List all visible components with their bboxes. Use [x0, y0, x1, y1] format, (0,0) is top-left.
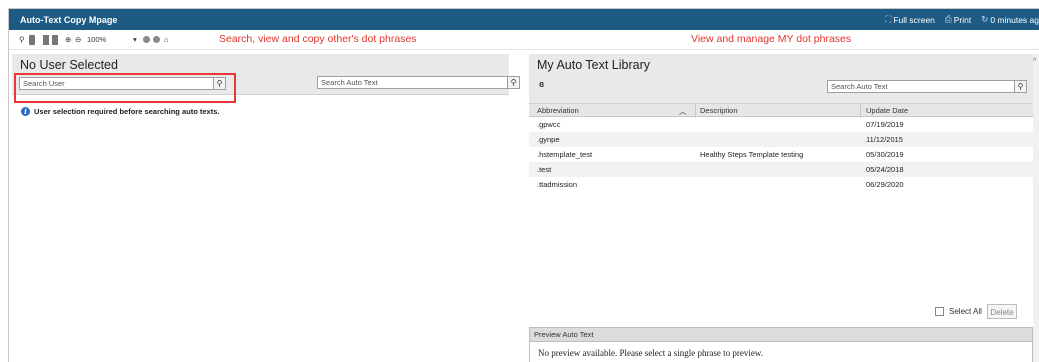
info-icon: i — [21, 107, 30, 116]
preview-header: Preview Auto Text — [530, 328, 1032, 342]
table-row[interactable]: .gpwcc 07/19/2019 — [529, 117, 1033, 132]
printer-icon: ⎙ — [944, 14, 952, 24]
info-message: i User selection required before searchi… — [21, 107, 219, 116]
window-title: Auto-Text Copy Mpage — [20, 15, 118, 25]
right-panel-header: My Auto Text Library ɞ Search Auto Text … — [529, 54, 1033, 103]
forward-icon[interactable] — [153, 36, 160, 43]
search-auto-text-input[interactable]: Search Auto Text ⚲ — [317, 76, 520, 89]
full-screen-button[interactable]: ⛶ Full screen — [885, 14, 935, 25]
mpage-frame: Auto-Text Copy Mpage ⛶ Full screen ⎙ Print… — [8, 8, 1039, 362]
annotation-right: View and manage MY dot phrases — [691, 33, 852, 45]
delete-button[interactable]: Delete — [987, 304, 1017, 319]
copy-icon[interactable] — [52, 35, 58, 45]
refresh-button[interactable]: ↻ 0 minutes ag — [981, 14, 1039, 25]
binoculars-icon[interactable]: ⚲ — [19, 35, 25, 45]
annotation-left: Search, view and copy other's dot phrase… — [219, 33, 417, 45]
print-preview-icon[interactable] — [43, 35, 49, 45]
title-bar: Auto-Text Copy Mpage ⛶ Full screen ⎙ Print… — [9, 9, 1039, 30]
table-header: Abbreviation ︿ Description Update Date — [529, 103, 1033, 118]
table-row[interactable]: .ttadmission 06/29/2020 — [529, 177, 1033, 192]
left-panel: No User Selected Search User ⚲ Search Au… — [12, 54, 520, 362]
zoom-dropdown-icon[interactable]: ▾ — [133, 35, 137, 45]
full-screen-icon: ⛶ — [885, 14, 892, 24]
table-body: .gpwcc 07/19/2019 .gynpe 11/12/2015 .hst… — [529, 117, 1033, 192]
print-button[interactable]: ⎙ Print — [945, 14, 971, 25]
right-panel: My Auto Text Library ɞ Search Auto Text … — [529, 54, 1033, 362]
col-description[interactable]: Description — [700, 106, 738, 115]
search-auto-text-icon[interactable]: ⚲ — [507, 76, 520, 89]
my-search-auto-text-input[interactable]: Search Auto Text ⚲ — [827, 80, 1027, 93]
back-icon[interactable] — [143, 36, 150, 43]
sort-up-icon[interactable]: ︿ — [679, 106, 687, 117]
scroll-up-icon[interactable]: ^ — [1033, 58, 1036, 65]
col-update-date[interactable]: Update Date — [866, 106, 908, 115]
zoom-out-icon[interactable]: ⊖ — [75, 35, 81, 45]
table-row[interactable]: .hstemplate_test Healthy Steps Template … — [529, 147, 1033, 162]
table-row[interactable]: .test 05/24/2018 — [529, 162, 1033, 177]
title-actions: ⛶ Full screen ⎙ Print ↻ 0 minutes ag — [885, 14, 1039, 25]
highlight-box — [14, 73, 236, 103]
select-all-checkbox[interactable] — [935, 307, 944, 316]
zoom-level[interactable]: 100% — [87, 35, 106, 45]
preview-text: No preview available. Please select a si… — [538, 348, 764, 358]
page-icon[interactable] — [29, 35, 35, 45]
refresh-icon: ↻ — [981, 14, 989, 24]
col-divider — [695, 104, 696, 118]
zoom-in-icon[interactable]: ⊕ — [65, 35, 71, 45]
select-all[interactable]: Select All — [935, 307, 982, 316]
col-divider — [860, 104, 861, 118]
home-icon[interactable]: ⌂ — [164, 35, 169, 45]
scrollbar[interactable]: ^ — [1033, 54, 1039, 362]
preview-panel: Preview Auto Text No preview available. … — [529, 327, 1033, 362]
table-row[interactable]: .gynpe 11/12/2015 — [529, 132, 1033, 147]
my-search-icon[interactable]: ⚲ — [1014, 80, 1027, 93]
filter-icon[interactable]: ɞ — [539, 79, 544, 89]
toolbar: ⚲ ⊕ ⊖ 100% ▾ ⌂ Search, view and copy oth… — [9, 31, 1039, 50]
left-panel-title: No User Selected — [20, 58, 118, 72]
right-panel-title: My Auto Text Library — [537, 58, 651, 72]
col-abbreviation[interactable]: Abbreviation — [537, 106, 579, 115]
